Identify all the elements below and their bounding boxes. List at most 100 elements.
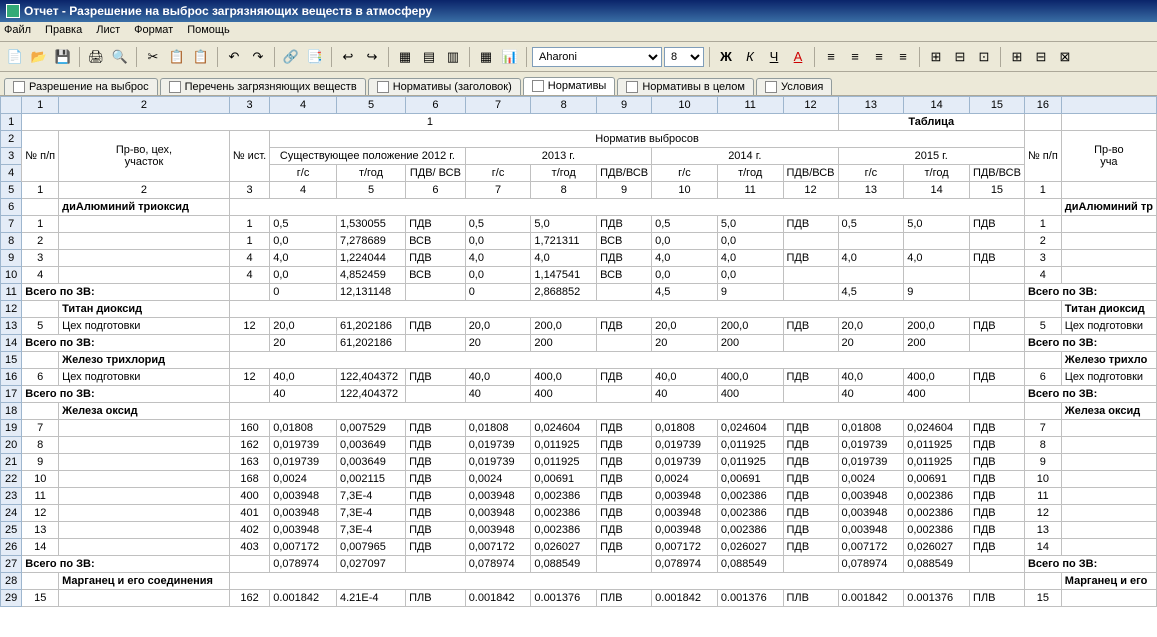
cell[interactable]: 0,026027 — [904, 539, 970, 556]
cell[interactable] — [597, 284, 652, 301]
cell[interactable]: ПДВ — [597, 250, 652, 267]
cell[interactable]: 0,011925 — [717, 454, 783, 471]
cell[interactable]: ВСВ — [597, 233, 652, 250]
cell[interactable]: 0,0 — [652, 267, 718, 284]
cell[interactable]: 7 — [465, 97, 531, 114]
cell[interactable]: Пр-во, цех,участок — [59, 131, 230, 182]
cell[interactable]: 200 — [904, 335, 970, 352]
cell[interactable]: 12 — [22, 505, 59, 522]
tb-b2[interactable]: ⊟ — [1030, 46, 1052, 68]
cell[interactable]: 11 — [717, 97, 783, 114]
cell[interactable]: 4 — [229, 250, 269, 267]
cell[interactable]: 40,0 — [270, 369, 337, 386]
cell[interactable]: Цех подготовки — [1061, 369, 1156, 386]
cell[interactable]: 0,003948 — [270, 522, 337, 539]
cell[interactable]: ПДВ — [783, 505, 838, 522]
cell[interactable]: 0.001842 — [465, 590, 531, 607]
cell[interactable]: 24 — [1, 505, 22, 522]
cell[interactable]: № п/п — [1024, 131, 1061, 182]
cell[interactable]: 40 — [652, 386, 718, 403]
cell[interactable]: 122,404372 — [336, 386, 405, 403]
cell[interactable]: 4,0 — [652, 250, 718, 267]
cell[interactable]: 0,0 — [465, 233, 531, 250]
cell[interactable]: г/с — [838, 165, 904, 182]
cell[interactable]: ПДВ — [783, 471, 838, 488]
cell[interactable]: 20,0 — [270, 318, 337, 335]
cell[interactable]: 0,019739 — [465, 437, 531, 454]
cell[interactable]: 200 — [717, 335, 783, 352]
cell[interactable]: 0,0024 — [270, 471, 337, 488]
cell[interactable]: 14 — [904, 182, 970, 199]
cell[interactable]: ПДВ/ВСВ — [597, 165, 652, 182]
cell[interactable] — [22, 403, 59, 420]
cell[interactable] — [1061, 590, 1156, 607]
cell[interactable]: 22 — [1, 471, 22, 488]
cell[interactable]: 0,003948 — [652, 488, 718, 505]
cell[interactable]: ПДВ — [969, 488, 1024, 505]
cell[interactable]: 0,024604 — [904, 420, 970, 437]
cell[interactable]: 9 — [717, 284, 783, 301]
cell[interactable] — [229, 352, 1024, 369]
cell[interactable]: 0,0 — [717, 267, 783, 284]
cell[interactable]: Титан диоксид — [59, 301, 230, 318]
cell[interactable]: 7 — [465, 182, 531, 199]
cell[interactable]: ПДВ — [783, 369, 838, 386]
cell[interactable]: 4 — [270, 182, 337, 199]
cell[interactable]: 3 — [1, 148, 22, 165]
cell[interactable]: 0,007172 — [270, 539, 337, 556]
cell[interactable]: 400,0 — [531, 369, 597, 386]
cell[interactable]: 3 — [229, 97, 269, 114]
tb-al4[interactable]: ≡ — [892, 46, 914, 68]
cell[interactable]: Марганец и его соединения — [59, 573, 230, 590]
cell[interactable]: Всего по ЗВ: — [22, 335, 230, 352]
menu-format[interactable]: Формат — [134, 24, 173, 39]
tb-m2[interactable]: ⊟ — [949, 46, 971, 68]
cell[interactable]: 0,024604 — [531, 420, 597, 437]
cell[interactable]: 40,0 — [838, 369, 904, 386]
tb-fwd[interactable]: ↪ — [361, 46, 383, 68]
cell[interactable]: 8 — [531, 97, 597, 114]
cell[interactable]: 11 — [717, 182, 783, 199]
cell[interactable]: 0 — [270, 284, 337, 301]
cell[interactable]: 29 — [1, 590, 22, 607]
cell[interactable] — [1061, 233, 1156, 250]
cell[interactable] — [22, 352, 59, 369]
cell[interactable]: ПДВ — [597, 369, 652, 386]
cell[interactable]: 0,003649 — [336, 437, 405, 454]
cell[interactable]: 7 — [1024, 420, 1061, 437]
cell[interactable]: ПДВ — [783, 454, 838, 471]
cell[interactable]: 1 — [1024, 216, 1061, 233]
tb-back[interactable]: ↩ — [337, 46, 359, 68]
cell[interactable]: 0,01808 — [465, 420, 531, 437]
cell[interactable]: 26 — [1, 539, 22, 556]
cell[interactable]: 0,007172 — [838, 539, 904, 556]
cell[interactable]: 0,078974 — [270, 556, 337, 573]
cell[interactable]: ПДВ — [783, 318, 838, 335]
tb-al3[interactable]: ≡ — [868, 46, 890, 68]
cell[interactable]: 4.21Е-4 — [336, 590, 405, 607]
cell[interactable]: № п/п — [22, 131, 59, 182]
cell[interactable]: 10 — [1024, 471, 1061, 488]
cell[interactable]: 0,027097 — [336, 556, 405, 573]
cell[interactable]: 15 — [969, 97, 1024, 114]
cell[interactable]: Цех подготовки — [1061, 318, 1156, 335]
cell[interactable] — [229, 573, 1024, 590]
cell[interactable]: т/год — [904, 165, 970, 182]
cell[interactable]: 1 — [1024, 182, 1061, 199]
cell[interactable]: 4,0 — [465, 250, 531, 267]
cell[interactable] — [1061, 454, 1156, 471]
cell[interactable] — [59, 471, 230, 488]
tb-paste[interactable]: 📋 — [190, 46, 212, 68]
cell[interactable] — [1024, 114, 1061, 131]
cell[interactable]: 0,003948 — [465, 505, 531, 522]
cell[interactable] — [969, 284, 1024, 301]
cell[interactable]: ПДВ — [783, 250, 838, 267]
cell[interactable]: ПДВ — [969, 437, 1024, 454]
cell[interactable]: 122,404372 — [336, 369, 405, 386]
cell[interactable]: т/год — [531, 165, 597, 182]
cell[interactable] — [59, 505, 230, 522]
cell[interactable]: № ист. — [229, 131, 269, 182]
cell[interactable] — [1061, 250, 1156, 267]
cell[interactable]: ПДВ — [969, 454, 1024, 471]
cell[interactable] — [1061, 522, 1156, 539]
